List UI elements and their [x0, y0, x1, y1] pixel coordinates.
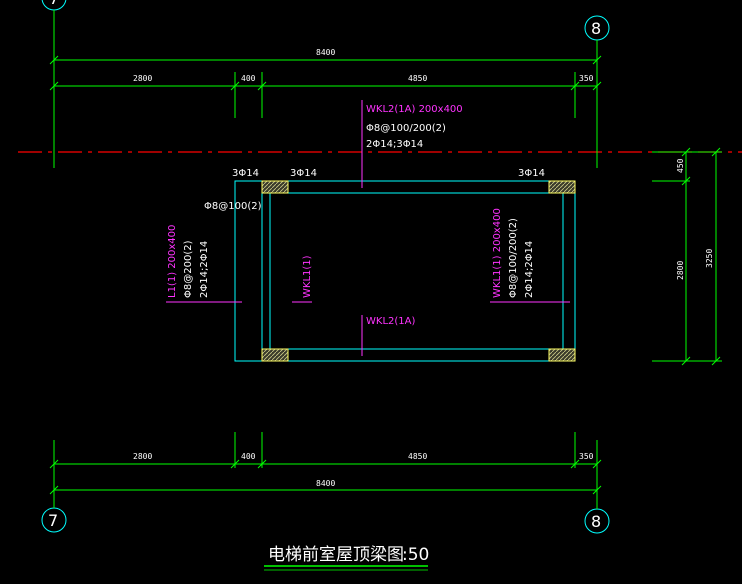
top-dim-total: 8400	[316, 48, 335, 57]
bottom-dim-seg4: 350	[579, 452, 594, 461]
l1-name: L1(1) 200x400	[167, 225, 178, 298]
svg-text:7: 7	[48, 511, 58, 530]
column-bottom-left	[261, 348, 289, 362]
bottom-dim-seg3: 4850	[408, 452, 427, 461]
axis-bubble-bottom-right: 8	[584, 508, 610, 534]
wkl2-top-name: WKL2(1A) 200x400	[366, 104, 463, 115]
wkl2-top-bars: 2Φ14;3Φ14	[366, 139, 423, 150]
top-dim-seg3: 4850	[408, 74, 427, 83]
svg-text:8: 8	[591, 512, 601, 531]
bottom-dim-seg1: 2800	[133, 452, 152, 461]
bottom-dimension-lines	[49, 459, 602, 495]
axis-bubble-bottom-left: 7	[41, 507, 67, 533]
column-bottom-right	[548, 348, 576, 362]
axis-bubble-top-left: 7	[41, 0, 67, 11]
drawing-scale: :50	[402, 545, 429, 565]
top-dim-seg1: 2800	[133, 74, 152, 83]
top-dimension-lines	[49, 55, 602, 91]
wkl1-right-bars: 2Φ14;2Φ14	[524, 241, 535, 298]
wkl1-mid-name: WKL1(1)	[302, 255, 313, 298]
axis-bubble-top-right: 8	[584, 15, 610, 41]
column-top-right	[548, 180, 576, 194]
column-top-left	[261, 180, 289, 194]
svg-text:7: 7	[49, 0, 59, 8]
l1-stirrup: Φ8@200(2)	[183, 240, 194, 298]
right-dim-d1: 450	[676, 158, 685, 173]
stirrup-left: Φ8@100(2)	[204, 201, 262, 212]
bottom-dim-total: 8400	[316, 479, 335, 488]
top-dim-seg4: 350	[579, 74, 594, 83]
rebar-top-right: 3Φ14	[518, 168, 545, 179]
top-dim-seg2: 400	[241, 74, 256, 83]
right-dim-total: 3250	[705, 249, 714, 268]
rebar-top-left: 3Φ14	[232, 168, 259, 179]
cad-drawing-canvas: 7 8 7 8 8400 2800 400 485	[18, 0, 742, 571]
drawing-title-text: 电梯前室屋顶梁图	[268, 545, 404, 565]
wkl1-right-name: WKL1(1) 200x400	[492, 208, 503, 298]
svg-text:8: 8	[591, 19, 601, 38]
right-dim-d2: 2800	[676, 261, 685, 280]
wkl2-top-stirrup: Φ8@100/200(2)	[366, 123, 446, 134]
drawing-title: 电梯前室屋顶梁图 :50	[264, 545, 429, 571]
rebar-top-mid: 3Φ14	[290, 168, 317, 179]
l1-bars: 2Φ14;2Φ14	[199, 241, 210, 298]
bottom-dim-seg2: 400	[241, 452, 256, 461]
wkl2-bottom-name: WKL2(1A)	[366, 316, 415, 327]
wkl1-right-stirrup: Φ8@100/200(2)	[508, 218, 519, 298]
